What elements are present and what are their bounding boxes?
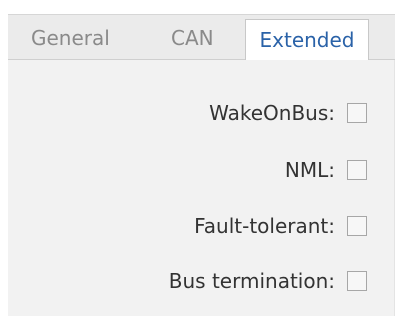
nml-checkbox[interactable] [347,160,367,180]
wakeonbus-label: WakeOnBus: [209,101,335,125]
wakeonbus-checkbox[interactable] [347,103,367,123]
tab-extended[interactable]: Extended [245,19,369,62]
tab-strip: General CAN Extended [8,14,395,62]
tab-can[interactable]: CAN [171,15,214,61]
extended-tab-content: WakeOnBus: NML: Fault-tolerant: Bus term… [8,60,395,316]
tab-general[interactable]: General [31,15,110,61]
bus-termination-checkbox[interactable] [347,271,367,291]
fault-tolerant-checkbox[interactable] [347,216,367,236]
nml-label: NML: [284,158,335,182]
fault-tolerant-row: Fault-tolerant: [194,211,367,241]
bus-termination-row: Bus termination: [169,266,367,296]
bus-termination-label: Bus termination: [168,269,335,293]
nml-row: NML: [285,155,367,185]
settings-panel: General CAN Extended WakeOnBus: NML: Fau… [8,14,395,316]
wakeonbus-row: WakeOnBus: [209,98,367,128]
fault-tolerant-label: Fault-tolerant: [194,214,335,238]
